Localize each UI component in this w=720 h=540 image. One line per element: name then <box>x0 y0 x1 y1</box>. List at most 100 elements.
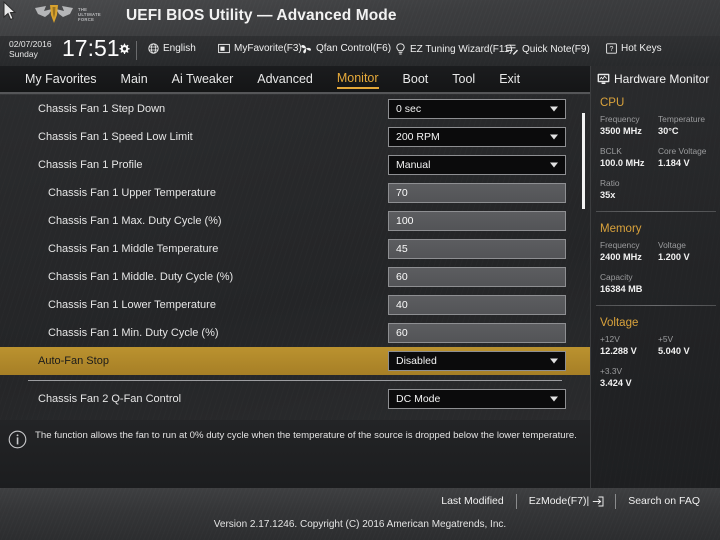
hw-section-divider <box>596 305 716 306</box>
tuf-line-3: FORCE <box>78 16 95 22</box>
hw-metric-key: Frequency <box>600 240 640 250</box>
hw-metric: BCLK 100.0 MHz <box>600 145 658 170</box>
help-panel: The function allows the fan to run at 0%… <box>0 420 590 488</box>
tab-boot[interactable]: Boot <box>403 72 429 88</box>
lightbulb-icon <box>395 43 406 55</box>
settings-row[interactable]: Chassis Fan 1 Upper Temperature 70 <box>0 179 590 207</box>
hw-spacer <box>600 138 720 145</box>
chevron-down-icon <box>550 396 558 402</box>
settings-row-dropdown[interactable]: 200 RPM <box>388 127 566 147</box>
toolbar-label-myfavorite: MyFavorite(F3) <box>234 43 302 54</box>
hw-metric-key: Core Voltage <box>658 146 707 156</box>
chevron-down-icon <box>550 134 558 140</box>
settings-row-value-field[interactable]: 40 <box>388 295 566 315</box>
hw-metric-key: +12V <box>600 334 620 344</box>
tab-monitor[interactable]: Monitor <box>336 71 379 89</box>
settings-row-label: Chassis Fan 1 Lower Temperature <box>48 299 216 311</box>
tuf-wing-logo-icon <box>35 5 73 23</box>
hw-spacer <box>600 264 720 271</box>
question-key-icon: ? <box>606 43 617 54</box>
hw-metric-value: 2400 MHz <box>600 252 642 262</box>
settings-row[interactable]: Chassis Fan 1 Speed Low Limit 200 RPM <box>0 123 590 151</box>
hw-metric: Frequency 3500 MHz <box>600 113 658 138</box>
hw-metric-value: 16384 MB <box>600 284 643 294</box>
hw-metric: +5V 5.040 V <box>658 333 716 358</box>
toolbar-item-hot-keys[interactable]: ? Hot Keys <box>606 43 662 54</box>
hw-metric: +3.3V 3.424 V <box>600 365 658 390</box>
hw-row: +12V 12.288 V +5V 5.040 V <box>600 333 720 358</box>
settings-row-value-field[interactable]: 70 <box>388 183 566 203</box>
hw-section-cpu: CPU Frequency 3500 MHz Temperature 30°C BCLK 1… <box>591 97 720 202</box>
help-text: The function allows the fan to run at 0%… <box>35 430 577 441</box>
settings-row-label: Chassis Fan 1 Middle. Duty Cycle (%) <box>48 271 234 283</box>
settings-row-dropdown[interactable]: Disabled <box>388 351 566 371</box>
settings-row-value-field[interactable]: 45 <box>388 239 566 259</box>
last-modified-button[interactable]: Last Modified <box>429 495 515 507</box>
star-window-icon <box>218 43 230 54</box>
fan-icon <box>300 43 312 54</box>
settings-row[interactable]: Chassis Fan 1 Middle. Duty Cycle (%) 60 <box>0 263 590 291</box>
settings-row[interactable]: Chassis Fan 1 Lower Temperature 40 <box>0 291 590 319</box>
tab-main[interactable]: Main <box>121 72 148 88</box>
settings-row-label: Chassis Fan 2 Q-Fan Control <box>38 393 182 405</box>
svg-text:?: ? <box>610 46 614 53</box>
gear-icon[interactable] <box>118 43 130 55</box>
tab-exit[interactable]: Exit <box>499 72 520 88</box>
toolbar-divider-1 <box>136 41 137 60</box>
hw-metric-key: +3.3V <box>600 366 623 376</box>
mouse-cursor-arrow-icon <box>3 1 17 21</box>
toolbar-label-qfan: Qfan Control(F6) <box>316 43 392 54</box>
hw-section-voltage: Voltage +12V 12.288 V +5V 5.040 V +3.3V 3.424 … <box>591 317 720 390</box>
hw-spacer <box>600 170 720 177</box>
settings-row-dropdown[interactable]: 0 sec <box>388 99 566 119</box>
title-bar: THE ULTIMATE FORCE UEFI BIOS Utility — A… <box>0 0 720 36</box>
settings-row[interactable]: Chassis Fan 2 Q-Fan Control DC Mode <box>0 385 590 413</box>
date-text: 02/07/2016 <box>9 39 52 49</box>
toolbar-item-quick-note[interactable]: Quick Note(F9) <box>506 43 590 55</box>
settings-row-value-field[interactable]: 60 <box>388 323 566 343</box>
hardware-monitor-title-text: Hardware Monitor <box>614 72 710 86</box>
monitor-icon <box>597 73 610 84</box>
settings-row-dropdown[interactable]: DC Mode <box>388 389 566 409</box>
hw-metric-key: Temperature <box>658 114 706 124</box>
search-on-faq-button[interactable]: Search on FAQ <box>616 495 712 507</box>
settings-row-dropdown[interactable]: Manual <box>388 155 566 175</box>
tab-my-favorites[interactable]: My Favorites <box>25 72 97 88</box>
hardware-monitor-panel: Hardware Monitor CPU Frequency 3500 MHz Tem… <box>590 66 720 488</box>
hw-metric-value: 5.040 V <box>658 346 690 356</box>
settings-row-label: Chassis Fan 1 Speed Low Limit <box>38 131 193 143</box>
footer-bar: Last Modified EzMode(F7)| Search on FAQ … <box>0 488 720 540</box>
footer-buttons: Last Modified EzMode(F7)| Search on FAQ <box>429 490 712 512</box>
settings-row-label: Chassis Fan 1 Upper Temperature <box>48 187 216 199</box>
hw-metric-value: 1.184 V <box>658 158 690 168</box>
settings-row[interactable]: Chassis Fan 1 Profile Manual <box>0 151 590 179</box>
hw-metric-value: 30°C <box>658 126 679 136</box>
settings-row-value-field[interactable]: 100 <box>388 211 566 231</box>
settings-row-value: Disabled <box>396 355 437 367</box>
tab-tool[interactable]: Tool <box>452 72 475 88</box>
ezmode-button[interactable]: EzMode(F7)| <box>517 495 616 507</box>
chevron-down-icon <box>550 106 558 112</box>
tab-advanced[interactable]: Advanced <box>257 72 313 88</box>
note-pencil-icon <box>506 43 518 55</box>
settings-row[interactable]: Chassis Fan 1 Min. Duty Cycle (%) 60 <box>0 319 590 347</box>
hw-metric-key: Capacity <box>600 272 633 282</box>
settings-row[interactable]: Chassis Fan 1 Middle Temperature 45 <box>0 235 590 263</box>
settings-row[interactable]: Chassis Fan 1 Max. Duty Cycle (%) 100 <box>0 207 590 235</box>
settings-row[interactable]: Chassis Fan 1 Step Down 0 sec <box>0 95 590 123</box>
toolbar-item-myfavorite[interactable]: MyFavorite(F3) <box>218 43 302 54</box>
tab-ai-tweaker[interactable]: Ai Tweaker <box>172 72 234 88</box>
hw-metric-value: 1.200 V <box>658 252 690 262</box>
hw-metric: Frequency 2400 MHz <box>600 239 658 264</box>
toolbar-item-english[interactable]: English <box>148 43 196 54</box>
settings-scrollbar-thumb[interactable] <box>582 113 585 209</box>
search-on-faq-label: Search on FAQ <box>628 495 700 507</box>
chevron-down-icon <box>550 162 558 168</box>
toolbar-item-qfan-control[interactable]: Qfan Control(F6) <box>300 43 391 54</box>
hw-row: Ratio 35x <box>600 177 720 202</box>
toolbar-item-ez-tuning-wizard[interactable]: EZ Tuning Wizard(F11) <box>395 43 513 55</box>
settings-row-value-field[interactable]: 60 <box>388 267 566 287</box>
toolbar-label-hot-keys: Hot Keys <box>621 43 662 54</box>
settings-row[interactable]: Auto-Fan Stop Disabled <box>0 347 590 375</box>
settings-row-label: Chassis Fan 1 Middle Temperature <box>48 243 219 255</box>
